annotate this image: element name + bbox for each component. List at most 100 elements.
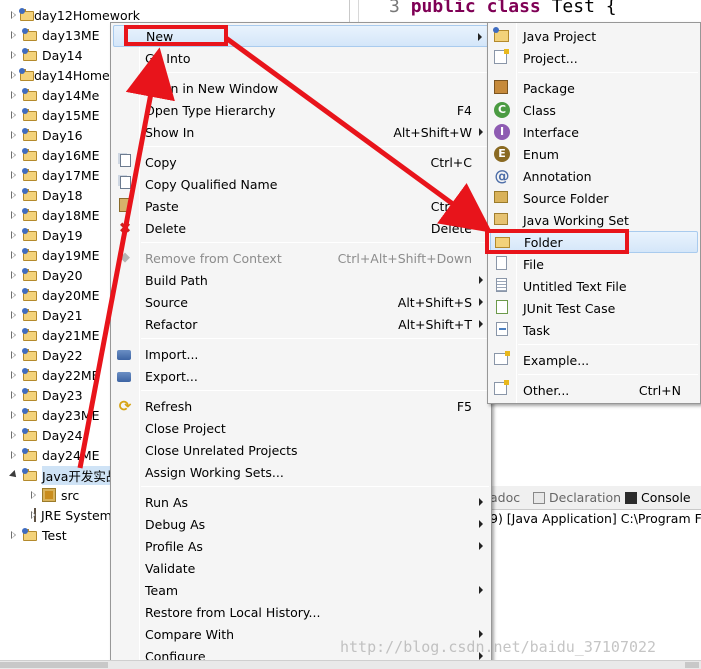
expand-icon[interactable] (10, 231, 18, 239)
expand-icon[interactable] (10, 531, 18, 539)
submenu-arrow-icon (478, 33, 482, 41)
menu-item-other[interactable]: Other... Ctrl+N (490, 379, 698, 401)
menu-item-folder[interactable]: Folder (490, 231, 698, 253)
tree-item-label: day24ME (42, 447, 100, 463)
expand-icon[interactable] (10, 451, 18, 459)
expand-icon[interactable] (10, 51, 18, 59)
menu-item-run-as[interactable]: Run As (113, 491, 489, 513)
menu-item-junit-test-case[interactable]: JUnit Test Case (490, 297, 698, 319)
menu-item-example[interactable]: Example... (490, 349, 698, 371)
menu-item-label: Team (145, 582, 179, 598)
context-menu: New Go Into Open in New Window Open Type… (110, 22, 492, 669)
menu-item-package[interactable]: Package (490, 77, 698, 99)
tab-console[interactable]: Console (625, 490, 691, 505)
java-project-icon (22, 368, 38, 382)
menu-item-export[interactable]: Export... (113, 365, 489, 387)
menu-item-annotation[interactable]: @ Annotation (490, 165, 698, 187)
expand-icon[interactable] (10, 211, 18, 219)
java-project-icon (22, 388, 38, 402)
expand-icon[interactable] (10, 71, 17, 79)
menu-item-open-new-window[interactable]: Open in New Window (113, 77, 489, 99)
menu-item-untitled-text-file[interactable]: Untitled Text File (490, 275, 698, 297)
menu-item-java-project[interactable]: Java Project (490, 25, 698, 47)
menu-item-label: Assign Working Sets... (145, 464, 284, 480)
expand-icon[interactable] (30, 491, 38, 499)
source-folder-icon (42, 488, 56, 502)
java-project-icon (22, 328, 38, 342)
menu-item-refresh[interactable]: ⟳ Refresh F5 (113, 395, 489, 417)
expand-icon[interactable] (10, 391, 18, 399)
expand-icon[interactable] (10, 111, 18, 119)
menu-item-shortcut: Alt+Shift+T (398, 316, 472, 332)
expand-icon[interactable] (10, 311, 18, 319)
expand-icon[interactable] (10, 251, 18, 259)
expand-icon[interactable] (10, 351, 18, 359)
menu-item-copy-qualified-name[interactable]: Copy Qualified Name (113, 173, 489, 195)
menu-item-project[interactable]: Project... (490, 47, 698, 69)
menu-item-assign-working-sets[interactable]: Assign Working Sets... (113, 461, 489, 483)
menu-item-restore-history[interactable]: Restore from Local History... (113, 601, 489, 623)
menu-item-go-into[interactable]: Go Into (113, 47, 489, 69)
expand-icon[interactable] (10, 171, 18, 179)
menu-item-java-working-set[interactable]: Java Working Set (490, 209, 698, 231)
menu-item-label: Source Folder (523, 190, 609, 206)
menu-item-source-folder[interactable]: Source Folder (490, 187, 698, 209)
menu-item-file[interactable]: File (490, 253, 698, 275)
menu-item-delete[interactable]: ✖ Delete Delete (113, 217, 489, 239)
menu-item-class[interactable]: C Class (490, 99, 698, 121)
menu-item-paste[interactable]: Paste Ctrl+V (113, 195, 489, 217)
menu-item-validate[interactable]: Validate (113, 557, 489, 579)
source-folder-icon (494, 191, 508, 203)
java-project-icon (22, 348, 38, 362)
expand-icon[interactable] (10, 31, 18, 39)
menu-item-open-type-hierarchy[interactable]: Open Type Hierarchy F4 (113, 99, 489, 121)
expand-icon[interactable] (10, 191, 18, 199)
menu-item-copy[interactable]: Copy Ctrl+C (113, 151, 489, 173)
java-project-icon (22, 88, 38, 102)
menu-item-profile-as[interactable]: Profile As (113, 535, 489, 557)
code-editor[interactable]: 3 public class Test { (358, 0, 701, 22)
expand-icon[interactable] (10, 291, 18, 299)
menu-item-debug-as[interactable]: Debug As (113, 513, 489, 535)
expand-icon[interactable] (10, 331, 18, 339)
menu-item-team[interactable]: Team (113, 579, 489, 601)
tab-declaration[interactable]: Declaration (533, 490, 621, 505)
menu-item-import[interactable]: Import... (113, 343, 489, 365)
console-icon (625, 491, 637, 504)
menu-item-enum[interactable]: E Enum (490, 143, 698, 165)
menu-item-label: Refresh (145, 398, 193, 414)
tree-item-label: Day20 (42, 267, 83, 283)
tree-item-label: day19ME (42, 247, 100, 263)
horizontal-scrollbar[interactable] (0, 660, 701, 669)
view-divider[interactable] (349, 0, 350, 22)
menu-item-shortcut: Alt+Shift+W (393, 124, 472, 140)
menu-item-source[interactable]: Source Alt+Shift+S (113, 291, 489, 313)
submenu-arrow-icon (479, 630, 483, 638)
menu-item-label: Task (523, 322, 550, 338)
scrollbar-thumb[interactable] (0, 662, 108, 668)
menu-item-label: Source (145, 294, 188, 310)
menu-item-interface[interactable]: I Interface (490, 121, 698, 143)
menu-item-label: Export... (145, 368, 198, 384)
menu-item-show-in[interactable]: Show In Alt+Shift+W (113, 121, 489, 143)
menu-item-build-path[interactable]: Build Path (113, 269, 489, 291)
expand-icon[interactable] (10, 411, 18, 419)
expand-icon[interactable] (10, 431, 18, 439)
menu-item-close-project[interactable]: Close Project (113, 417, 489, 439)
menu-item-close-unrelated[interactable]: Close Unrelated Projects (113, 439, 489, 461)
tab-javadoc[interactable]: adoc (490, 490, 520, 505)
menu-item-new[interactable]: New (113, 25, 489, 47)
menu-item-refactor[interactable]: Refactor Alt+Shift+T (113, 313, 489, 335)
collapse-icon[interactable] (10, 471, 18, 479)
scrollbar-thumb[interactable] (685, 662, 699, 668)
menu-item-task[interactable]: Task (490, 319, 698, 341)
tree-item-label: Day18 (42, 187, 83, 203)
expand-icon[interactable] (10, 11, 17, 19)
tab-label: adoc (490, 490, 521, 505)
expand-icon[interactable] (10, 151, 18, 159)
expand-icon[interactable] (10, 131, 18, 139)
expand-icon[interactable] (10, 91, 18, 99)
expand-icon[interactable] (10, 271, 18, 279)
expand-icon[interactable] (10, 371, 18, 379)
new-submenu: Java Project Project... Package C Class I… (487, 22, 701, 404)
